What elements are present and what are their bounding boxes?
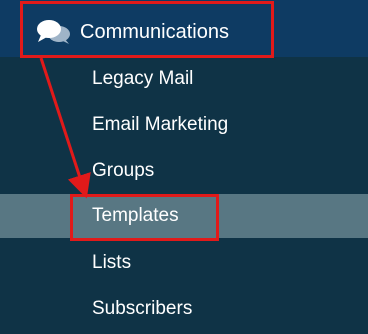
menu-item-label: Legacy Mail <box>92 68 194 89</box>
sidebar-nav: Communications Legacy Mail Email Marketi… <box>0 0 368 334</box>
menu-item-templates[interactable]: Templates <box>0 194 368 238</box>
menu-item-label: Groups <box>92 160 155 181</box>
communications-menu-button[interactable]: Communications <box>20 6 272 56</box>
menu-item-label: Templates <box>92 205 179 226</box>
nav-section-header: Communications <box>0 0 368 57</box>
menu-item-subscribers[interactable]: Subscribers <box>0 287 368 331</box>
chat-bubbles-icon <box>37 20 70 44</box>
menu-item-label: Lists <box>92 252 132 273</box>
menu-item-email-marketing[interactable]: Email Marketing <box>0 103 368 147</box>
menu-item-lists[interactable]: Lists <box>0 241 368 285</box>
menu-item-groups[interactable]: Groups <box>0 149 368 193</box>
menu-item-label: Subscribers <box>92 298 193 319</box>
menu-item-label: Email Marketing <box>92 114 229 135</box>
menu-item-legacy-mail[interactable]: Legacy Mail <box>0 57 368 101</box>
communications-label: Communications <box>80 21 229 43</box>
